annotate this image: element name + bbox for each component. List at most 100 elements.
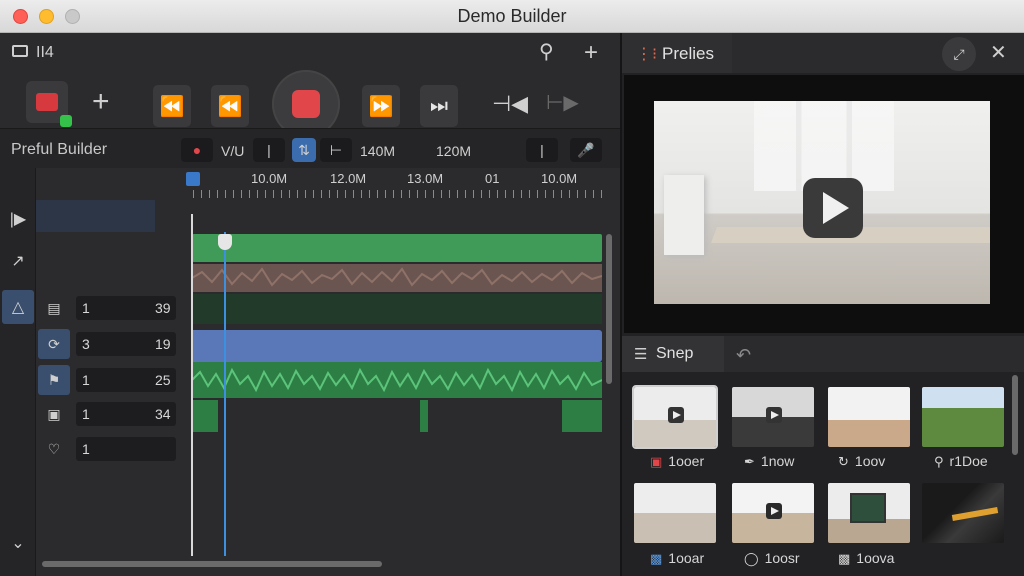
fast-forward-icon: ⏩ bbox=[368, 95, 394, 118]
snippet-tabs: ☰ Snep ↶ bbox=[622, 336, 1024, 372]
marker-button[interactable]: | bbox=[253, 138, 285, 162]
list-icon: ▤ bbox=[47, 299, 61, 316]
track-field[interactable]: 1 34 bbox=[76, 402, 176, 426]
grid-dots-icon: ▩ bbox=[838, 551, 851, 566]
snippet-thumbnail[interactable] bbox=[634, 483, 716, 543]
snippet-thumbnail[interactable] bbox=[922, 483, 1004, 543]
snippet-thumbnail[interactable] bbox=[922, 387, 1004, 447]
preview-tabs: ⋮⁝ Prelies ⤢ ✕ bbox=[622, 33, 1024, 73]
tab-preview[interactable]: ⋮⁝ Prelies bbox=[622, 33, 732, 73]
snippet-thumbnail[interactable] bbox=[732, 483, 814, 543]
fast-forward-button[interactable]: ⏩ bbox=[362, 85, 400, 127]
audio-fragment[interactable] bbox=[192, 400, 218, 432]
track-row[interactable]: ▣ 1 34 bbox=[38, 399, 176, 426]
music-waveform bbox=[192, 367, 602, 393]
ruler-label: 10.0M bbox=[251, 171, 288, 186]
zoom-fit-button[interactable]: ⊢ bbox=[320, 138, 352, 162]
layers-icon: △ bbox=[11, 299, 25, 316]
timeline-tracks[interactable]: ← bbox=[192, 232, 602, 556]
search-icon[interactable]: ⚲ bbox=[539, 42, 554, 62]
video-preview[interactable] bbox=[624, 75, 1024, 333]
mic-icon: 🎤 bbox=[577, 141, 595, 158]
track-row[interactable]: ⚑ 1 25 bbox=[38, 365, 176, 395]
split-right-icon[interactable]: ⊢▶ bbox=[546, 93, 579, 113]
audio-fragment[interactable] bbox=[562, 400, 602, 432]
record-icon bbox=[292, 90, 320, 118]
split-icon: | bbox=[540, 142, 544, 158]
tool-sidebar: |▶ ↗ △ ⌄ bbox=[0, 168, 36, 576]
timeline-vertical-scrollbar[interactable] bbox=[606, 234, 612, 384]
snippet-thumbnail[interactable] bbox=[732, 387, 814, 447]
project-icon-label: II4 bbox=[36, 44, 54, 61]
track-field[interactable]: 1 25 bbox=[76, 368, 176, 392]
snippet-thumbnail[interactable] bbox=[632, 385, 718, 449]
record-source-button[interactable] bbox=[26, 81, 72, 127]
track-field[interactable]: 3 19 bbox=[76, 332, 176, 356]
mini-play-icon bbox=[668, 407, 684, 423]
audio-fragment[interactable] bbox=[420, 400, 428, 432]
track-field[interactable]: 1 bbox=[76, 437, 176, 461]
clip-icon: ▣ bbox=[650, 454, 663, 469]
snippets-scrollbar[interactable] bbox=[1012, 375, 1018, 455]
window-title: Demo Builder bbox=[457, 6, 567, 26]
track-row[interactable]: ⟳ 3 19 bbox=[38, 329, 176, 359]
tab-snippets[interactable]: ☰ Snep bbox=[622, 336, 724, 372]
timeline-horizontal-scrollbar[interactable] bbox=[42, 561, 382, 567]
snap-icon: ⇅ bbox=[298, 141, 310, 158]
snippet-label: ▣ 1ooer bbox=[650, 453, 705, 469]
add-icon[interactable]: + bbox=[584, 41, 598, 65]
music-clip[interactable] bbox=[192, 362, 602, 398]
timeline-ruler[interactable]: 10.0M 12.0M 13.0M 01 10.0M bbox=[155, 168, 605, 200]
heart-icon: ♡ bbox=[47, 440, 61, 457]
split-button[interactable]: | bbox=[526, 138, 558, 162]
snippet-thumbnail[interactable] bbox=[828, 387, 910, 447]
collapse-button[interactable]: ⌄ bbox=[2, 526, 34, 560]
title-clip[interactable]: ← bbox=[192, 330, 602, 362]
playhead-handle[interactable] bbox=[186, 172, 200, 186]
split-left-icon[interactable]: ⊣◀ bbox=[492, 93, 528, 115]
fullscreen-button[interactable]: ⤢ bbox=[942, 37, 976, 71]
ruler-label: 13.0M bbox=[407, 171, 444, 186]
mic-button[interactable]: 🎤 bbox=[570, 138, 602, 162]
subtitle-icon: ▣ bbox=[47, 405, 61, 422]
play-button[interactable] bbox=[803, 178, 863, 238]
preview-icon: ⋮⁝ bbox=[636, 46, 658, 63]
skip-back-button[interactable]: ⏪ bbox=[153, 85, 191, 127]
close-icon[interactable]: ✕ bbox=[990, 43, 1007, 63]
circle-icon: ◯ bbox=[744, 551, 759, 566]
skip-forward-button[interactable]: ⏭ bbox=[420, 85, 458, 127]
playhead-line[interactable] bbox=[224, 232, 226, 556]
chevron-down-icon: ⌄ bbox=[11, 535, 25, 552]
track-row[interactable]: ▤ 1 39 bbox=[38, 293, 176, 320]
undo-icon[interactable]: ↶ bbox=[736, 346, 751, 364]
export-button[interactable]: ↗ bbox=[2, 244, 34, 278]
layers-button[interactable]: △ bbox=[2, 290, 34, 324]
empty-track-clip[interactable] bbox=[192, 294, 602, 324]
preview-panel: ⋮⁝ Prelies ⤢ ✕ ☰ Snep ↶ ▣ 1ooer ✒ 1now ↻ 1o… bbox=[620, 33, 1024, 576]
snap-button[interactable]: ⇅ bbox=[292, 138, 316, 162]
timeline-header: Preful Builder ● V/U | ⇅ ⊢ 140M 120M | 🎤 bbox=[0, 128, 620, 168]
status-dot bbox=[60, 115, 72, 127]
record-dot-icon: ● bbox=[192, 142, 202, 158]
snippet-thumbnail[interactable] bbox=[828, 483, 910, 543]
expand-icon: ⤢ bbox=[953, 45, 965, 62]
audio-clip[interactable] bbox=[192, 264, 602, 292]
project-icon[interactable] bbox=[12, 45, 28, 57]
title-bar: Demo Builder bbox=[0, 0, 1024, 33]
play-track-button[interactable]: |▶ bbox=[2, 202, 34, 236]
add-track-icon[interactable]: + bbox=[92, 87, 110, 117]
rewind-button[interactable]: ⏪ bbox=[211, 85, 249, 127]
video-clip[interactable] bbox=[192, 234, 602, 262]
track-row[interactable]: ♡ 1 bbox=[38, 434, 176, 461]
track-header-top bbox=[36, 200, 155, 232]
editor-top-bar: II4 ⚲ + bbox=[0, 33, 620, 73]
readout-2: 120M bbox=[436, 143, 472, 159]
loop-icon: ⟳ bbox=[38, 329, 70, 359]
track-field[interactable]: 1 39 bbox=[76, 296, 176, 320]
ruler-label: 12.0M bbox=[330, 171, 367, 186]
playhead-knob[interactable] bbox=[218, 234, 232, 250]
ruler-label: 10.0M bbox=[541, 171, 578, 186]
snippet-label: ◯ 1oosr bbox=[744, 550, 800, 566]
record-arm-button[interactable]: ● bbox=[181, 138, 213, 162]
snippet-label: ▩ 1ooar bbox=[650, 550, 705, 566]
